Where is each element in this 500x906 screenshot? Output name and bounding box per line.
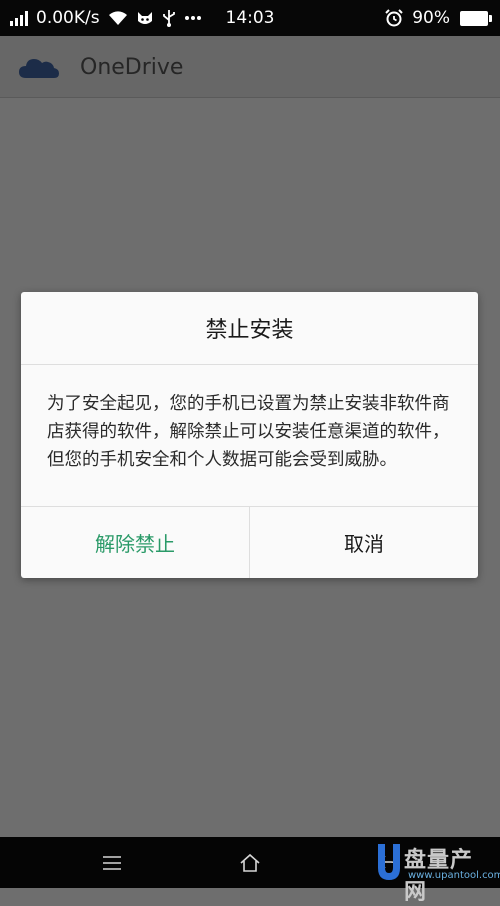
status-bar-left: 0.00K/s — [10, 0, 202, 36]
status-bar: 0.00K/s 14:03 90% — [0, 0, 500, 36]
status-bar-right: 90% — [384, 0, 492, 36]
notification-cat-icon — [136, 10, 154, 26]
dialog-title: 禁止安装 — [205, 318, 294, 343]
alarm-icon — [384, 8, 404, 28]
watermark-sub: www.upantool.com — [408, 870, 500, 881]
battery-icon — [460, 10, 492, 26]
dialog-message: 为了安全起见，您的手机已设置为禁止安装非软件商店获得的软件，解除禁止可以安装任意… — [47, 394, 450, 470]
wifi-icon — [108, 10, 128, 26]
battery-percent: 90% — [412, 8, 450, 28]
usb-icon — [162, 9, 176, 27]
app-title: OneDrive — [80, 55, 184, 80]
more-dots-icon — [184, 15, 202, 21]
menu-icon[interactable] — [82, 837, 142, 888]
status-time: 14:03 — [225, 8, 275, 28]
unban-button[interactable]: 解除禁止 — [21, 507, 249, 578]
network-speed: 0.00K/s — [36, 8, 100, 28]
home-icon[interactable] — [220, 837, 280, 888]
install-blocked-dialog: 禁止安装 为了安全起见，您的手机已设置为禁止安装非软件商店获得的软件，解除禁止可… — [21, 292, 478, 578]
dialog-divider — [21, 364, 478, 365]
watermark-logo: 盘量产网 www.upantool.com — [374, 838, 500, 905]
cancel-button[interactable]: 取消 — [250, 507, 478, 578]
app-bar: OneDrive — [0, 36, 500, 98]
onedrive-cloud-icon — [18, 54, 60, 84]
signal-icon — [10, 10, 28, 26]
